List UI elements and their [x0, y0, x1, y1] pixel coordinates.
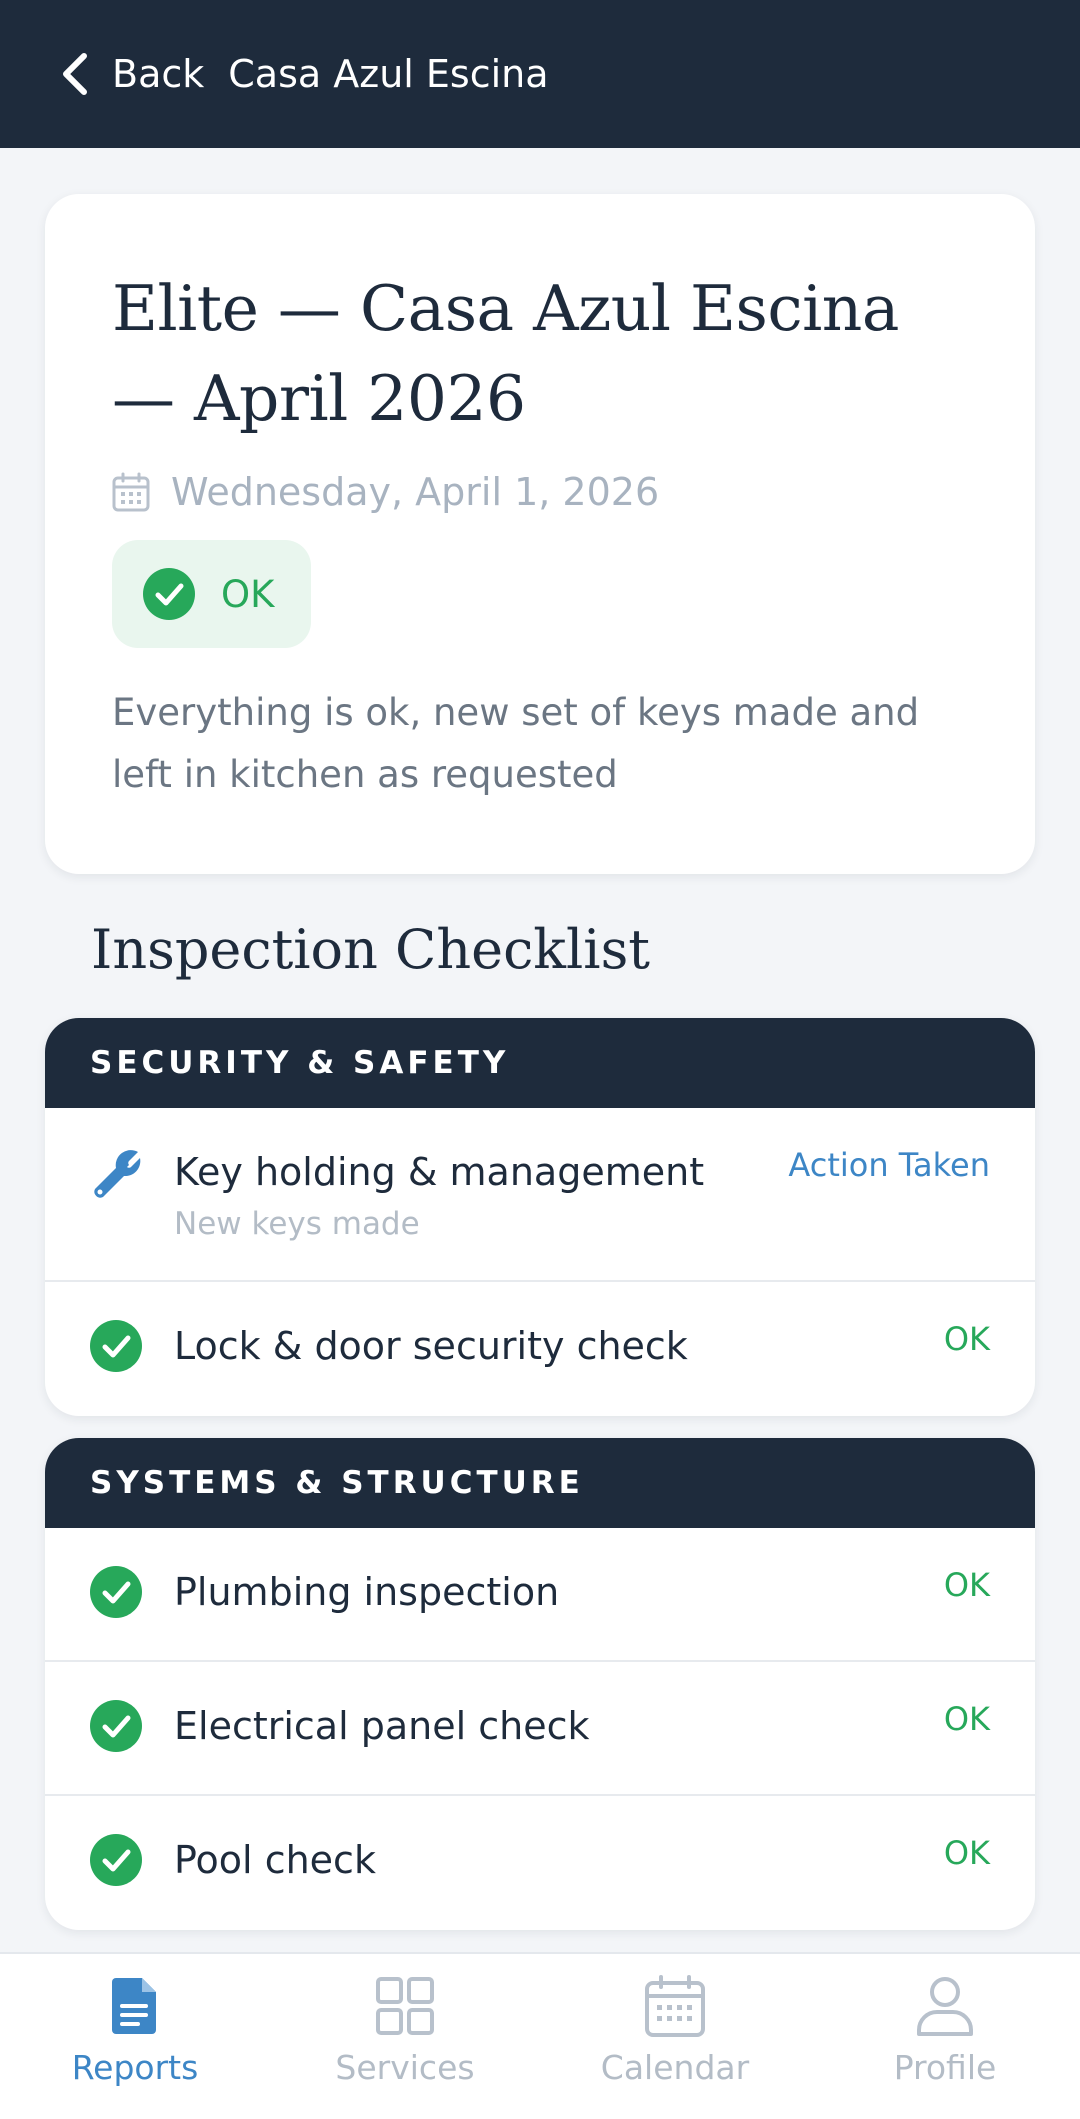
tab-label: Reports — [71, 2048, 199, 2087]
group-header: SECURITY & SAFETY — [45, 1018, 1035, 1108]
item-text: Lock & door security check — [174, 1320, 990, 1372]
calendar-icon — [645, 1975, 705, 2037]
page-title: Casa Azul Escina — [228, 52, 549, 96]
status-label: OK — [221, 572, 275, 616]
checklist-item[interactable]: Key holding & management New keys made A… — [45, 1108, 1035, 1282]
item-text: Electrical panel check — [174, 1700, 990, 1752]
report-summary-card: Elite — Casa Azul Escina — April 2026 We… — [45, 194, 1035, 874]
chevron-left-icon — [63, 53, 87, 95]
tab-reports[interactable]: Reports — [0, 1954, 270, 2119]
item-label: Lock & door security check — [174, 1324, 688, 1368]
report-date: Wednesday, April 1, 2026 — [171, 470, 660, 514]
item-status: OK — [943, 1566, 990, 1604]
checklist-group-security: SECURITY & SAFETY Key holding & manageme… — [45, 1018, 1035, 1416]
checklist-item[interactable]: Electrical panel check OK — [45, 1662, 1035, 1796]
document-icon — [112, 1978, 156, 2034]
item-status: OK — [943, 1834, 990, 1872]
bottom-tab-bar: Reports Services Calendar Profile — [0, 1952, 1080, 2119]
item-label: Plumbing inspection — [174, 1570, 560, 1614]
report-notes: Everything is ok, new set of keys made a… — [112, 691, 920, 796]
tab-label: Profile — [893, 2048, 997, 2087]
wrench-icon — [94, 1150, 141, 1198]
item-label: Electrical panel check — [174, 1704, 590, 1748]
tab-profile[interactable]: Profile — [810, 1954, 1080, 2119]
check-circle-icon — [143, 568, 195, 620]
calendar-icon — [112, 472, 150, 512]
top-bar: Back Casa Azul Escina — [0, 0, 1080, 148]
checklist-group-systems: SYSTEMS & STRUCTURE Plumbing inspection … — [45, 1438, 1035, 1930]
check-circle-icon — [90, 1320, 142, 1372]
back-button[interactable]: Back — [58, 52, 204, 96]
item-status: OK — [943, 1320, 990, 1358]
group-header: SYSTEMS & STRUCTURE — [45, 1438, 1035, 1528]
report-title: Elite — Casa Azul Escina — April 2026 — [112, 272, 899, 435]
check-circle-icon — [90, 1566, 142, 1618]
status-badge: OK — [112, 540, 312, 648]
checklist-item[interactable]: Lock & door security check OK — [45, 1282, 1035, 1414]
item-text: Pool check — [174, 1834, 990, 1886]
tab-calendar[interactable]: Calendar — [540, 1954, 810, 2119]
tab-services[interactable]: Services — [270, 1954, 540, 2119]
checklist-item[interactable]: Pool check OK — [45, 1796, 1035, 1930]
back-label: Back — [112, 52, 205, 96]
item-status: Action Taken — [788, 1146, 990, 1184]
checklist-heading: Inspection Checklist — [91, 918, 650, 981]
check-circle-icon — [90, 1834, 142, 1886]
item-status: OK — [943, 1700, 990, 1738]
tab-label: Services — [335, 2048, 475, 2087]
tab-label: Calendar — [600, 2048, 750, 2087]
grid-icon — [376, 1977, 434, 2035]
report-date-row: Wednesday, April 1, 2026 — [112, 470, 969, 514]
check-circle-icon — [90, 1700, 142, 1752]
checklist-item[interactable]: Plumbing inspection OK — [45, 1528, 1035, 1662]
item-note: New keys made — [174, 1206, 420, 1242]
person-icon — [917, 1977, 973, 2036]
item-text: Plumbing inspection — [174, 1566, 990, 1618]
item-label: Pool check — [174, 1838, 376, 1882]
